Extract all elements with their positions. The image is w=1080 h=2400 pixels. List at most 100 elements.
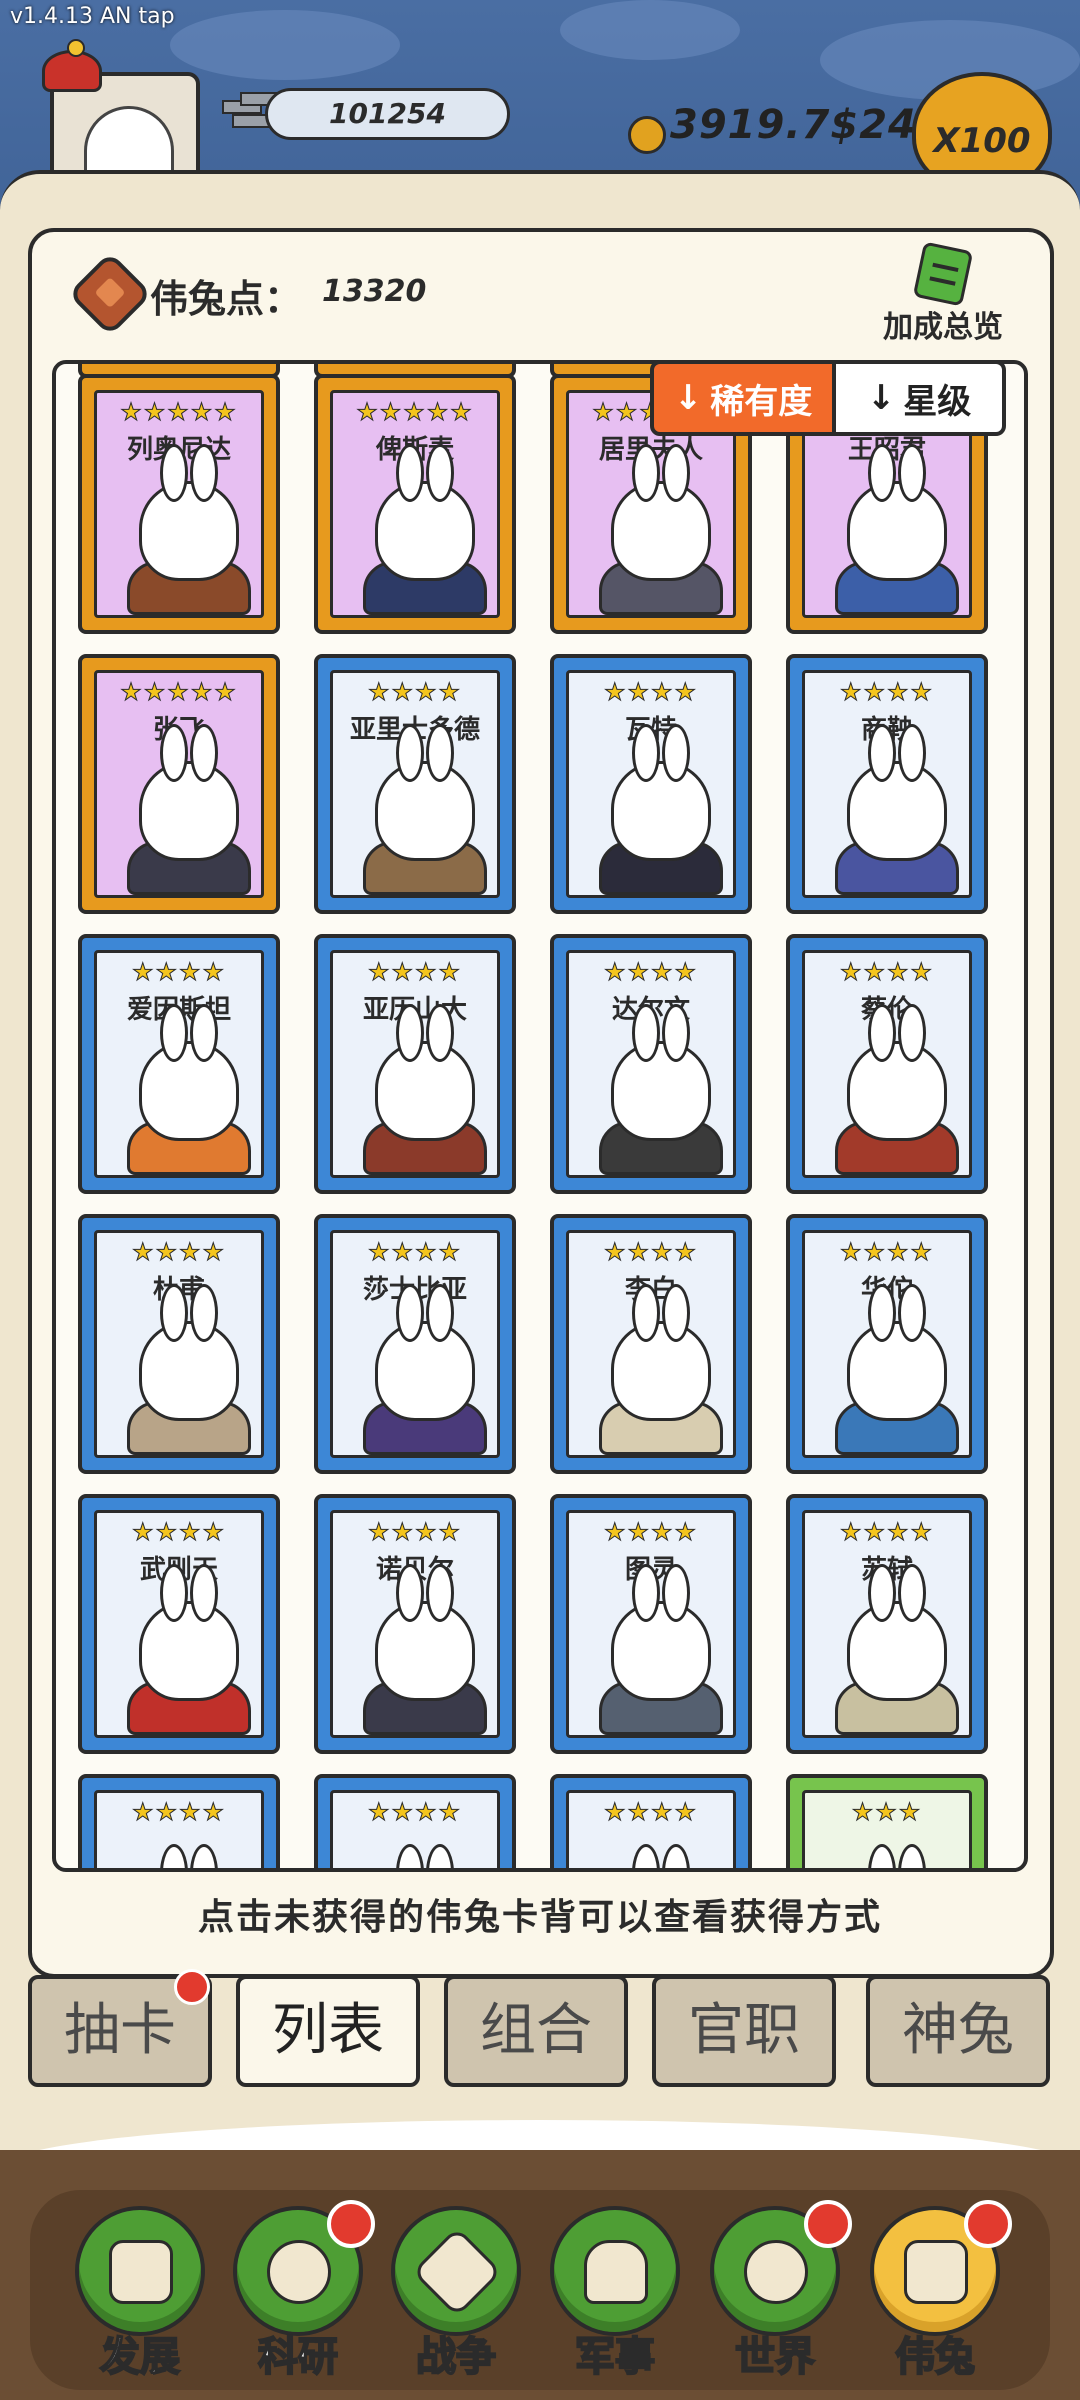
sort-by-rarity-button[interactable]: ↓ 稀有度 [650, 360, 836, 436]
card-stars: ★★★ [851, 1798, 923, 1826]
card-face: ★★★★亚历山大 [330, 950, 500, 1178]
gold-coin-icon [628, 116, 666, 154]
rabbit-portrait [611, 724, 711, 861]
card-face: ★★★★图灵 [566, 1510, 736, 1738]
card-face: ★★★★达尔文 [566, 950, 736, 1178]
card-face: ★★★★★俾斯麦 [330, 390, 500, 618]
rabbit-card[interactable]: ★★★★亚历山大 [314, 934, 516, 1194]
card-stars: ★★★★ [839, 678, 935, 706]
silver-counter: 101254 [265, 88, 510, 140]
card-face: ★★★ [802, 1790, 972, 1868]
card-stars: ★★★★ [603, 958, 699, 986]
card-face: ★★★★商鞅 [802, 670, 972, 898]
card-stars: ★★★★ [603, 1238, 699, 1266]
card-stars: ★★★★ [367, 1238, 463, 1266]
card-stars: ★★★★ [131, 1518, 227, 1546]
rabbit-card[interactable]: ★★★★ [314, 1774, 516, 1868]
rabbit-card[interactable]: ★★★★商鞅 [786, 654, 988, 914]
notification-dot [804, 2200, 852, 2248]
arrow-down-icon: ↓ [673, 378, 703, 418]
card-stars: ★★★★ [367, 958, 463, 986]
tab-divine[interactable]: 神兔 [866, 1975, 1050, 2087]
card-face: ★★★★ [330, 1790, 500, 1868]
rabbit-portrait [847, 1564, 947, 1701]
rabbit-portrait [139, 1284, 239, 1421]
tab-office[interactable]: 官职 [652, 1975, 836, 2087]
card-face: ★★★★杜甫 [94, 1230, 264, 1458]
nav-military[interactable]: 军事 [550, 2206, 680, 2386]
nav-world[interactable]: 世界 [710, 2200, 852, 2386]
tab-divine-label: 神兔 [902, 1998, 1014, 2063]
rabbit-portrait [375, 1284, 475, 1421]
rabbit-points-value: 13320 [322, 274, 427, 309]
rabbit-portrait [139, 444, 239, 581]
rabbit-card[interactable]: ★★★★诺贝尔 [314, 1494, 516, 1754]
rabbit-card[interactable]: ★★★★图灵 [550, 1494, 752, 1754]
rabbit-card[interactable]: ★★★★ [550, 1774, 752, 1868]
card-stars: ★★★★ [839, 1518, 935, 1546]
notification-dot [964, 2200, 1012, 2248]
card-grid[interactable]: ★★★★★列奥尼达★★★★★俾斯麦★★★★★居里夫人★★★★★王昭君★★★★★张… [52, 360, 1028, 1872]
card-stars: ★★★★ [603, 1518, 699, 1546]
bonus-overview-button[interactable]: 加成总览 [868, 241, 1018, 345]
rabbit-card-icon [870, 2200, 1012, 2336]
helmet-icon [550, 2206, 680, 2336]
nav-research-label: 科研 [257, 2333, 339, 2381]
rabbit-card[interactable]: ★★★★瓦特 [550, 654, 752, 914]
rabbit-card[interactable]: ★★★ [786, 1774, 988, 1868]
bonus-overview-label: 加成总览 [883, 310, 1003, 345]
rabbit-portrait [139, 1004, 239, 1141]
card-face: ★★★★蔡伦 [802, 950, 972, 1178]
rabbit-card[interactable]: ★★★★★俾斯麦 [314, 374, 516, 634]
card-face: ★★★★ [566, 1790, 736, 1868]
nav-great-rabbit[interactable]: 伟兔 [870, 2200, 1012, 2386]
nav-develop[interactable]: 发展 [75, 2206, 205, 2386]
nav-war[interactable]: 战争 [391, 2206, 521, 2386]
card-face: ★★★★★张飞 [94, 670, 264, 898]
crown-icon [42, 39, 102, 92]
rabbit-card[interactable]: ★★★★爱因斯坦 [78, 934, 280, 1194]
rabbit-portrait [847, 724, 947, 861]
card-face: ★★★★华佗 [802, 1230, 972, 1458]
rabbit-card[interactable]: ★★★★蔡伦 [786, 934, 988, 1194]
rabbit-card[interactable]: ★★★★苏轼 [786, 1494, 988, 1754]
nav-research[interactable]: 科研 [233, 2200, 375, 2386]
tab-list[interactable]: 列表 [236, 1975, 420, 2087]
card-face: ★★★★莎士比亚 [330, 1230, 500, 1458]
version-label: v1.4.13 AN tap [10, 4, 175, 29]
rabbit-portrait [611, 1564, 711, 1701]
rabbit-card[interactable]: ★★★★ [78, 1774, 280, 1868]
card-face: ★★★★亚里士多德 [330, 670, 500, 898]
rabbit-card[interactable]: ★★★★李白 [550, 1214, 752, 1474]
rabbit-card[interactable]: ★★★★武则天 [78, 1494, 280, 1754]
card-stars: ★★★★★ [120, 398, 238, 426]
sort-by-star-button[interactable]: ↓ 星级 [836, 360, 1006, 436]
rabbit-card[interactable]: ★★★★★张飞 [78, 654, 280, 914]
rabbit-card[interactable]: ★★★★华佗 [786, 1214, 988, 1474]
tab-draw[interactable]: 抽卡 [28, 1969, 212, 2087]
hint-text: 点击未获得的伟兔卡背可以查看获得方式 [197, 1897, 882, 1938]
card-stars: ★★★★★ [120, 678, 238, 706]
rabbit-portrait [139, 1564, 239, 1701]
rabbit-portrait [375, 1004, 475, 1141]
rabbit-portrait [847, 1284, 947, 1421]
scroll-icon [912, 241, 974, 307]
tab-combo[interactable]: 组合 [444, 1975, 628, 2087]
rabbit-portrait [847, 444, 947, 581]
card-stars: ★★★★ [367, 1798, 463, 1826]
notification-dot [327, 2200, 375, 2248]
rabbit-portrait [375, 1564, 475, 1701]
rabbit-card[interactable]: ★★★★达尔文 [550, 934, 752, 1194]
card-stars: ★★★★ [367, 678, 463, 706]
rabbit-card[interactable]: ★★★★亚里士多德 [314, 654, 516, 914]
sort-star-label: 星级 [903, 381, 972, 422]
card-face: ★★★★ [94, 1790, 264, 1868]
card-stars: ★★★★ [131, 1238, 227, 1266]
rabbit-card[interactable]: ★★★★莎士比亚 [314, 1214, 516, 1474]
card-stars: ★★★★ [131, 958, 227, 986]
card-face: ★★★★瓦特 [566, 670, 736, 898]
card-stars: ★★★★ [603, 678, 699, 706]
card-stars: ★★★★★ [356, 398, 474, 426]
rabbit-card[interactable]: ★★★★杜甫 [78, 1214, 280, 1474]
rabbit-card[interactable]: ★★★★★列奥尼达 [78, 374, 280, 634]
